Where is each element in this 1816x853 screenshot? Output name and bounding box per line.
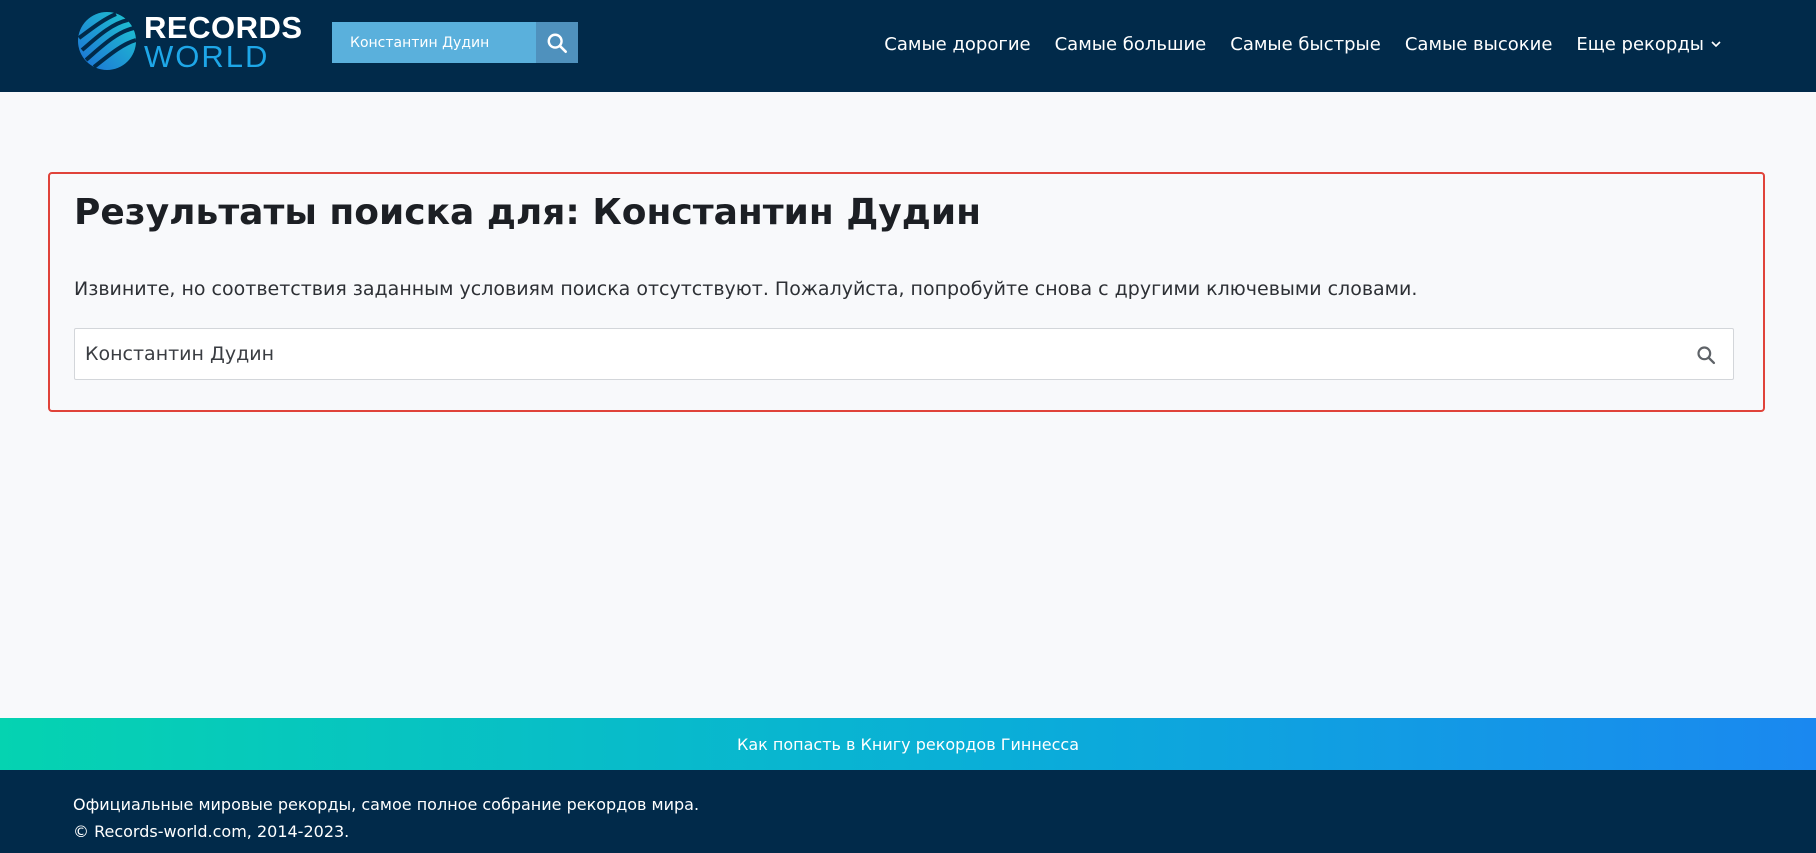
main-nav: Самые дорогие Самые большие Самые быстры… (884, 28, 1722, 60)
logo-text-world: WORLD (144, 39, 270, 74)
promo-banner: Как попасть в Книгу рекордов Гиннесса (0, 718, 1816, 770)
header-search-button[interactable] (536, 22, 578, 63)
nav-item-more-records[interactable]: Еще рекорды (1576, 34, 1722, 55)
guinness-link[interactable]: Как попасть в Книгу рекордов Гиннесса (737, 735, 1079, 754)
site-logo[interactable]: RECORDS WORLD (76, 10, 306, 72)
chevron-down-icon (1711, 41, 1721, 48)
search-submit-button[interactable] (1693, 342, 1719, 368)
search-form (74, 328, 1734, 380)
site-header: RECORDS WORLD Самые дорогие Самые больши… (0, 0, 1816, 92)
nav-item-fastest[interactable]: Самые быстрые (1230, 34, 1381, 55)
search-input[interactable] (75, 329, 1733, 379)
site-footer: Официальные мировые рекорды, самое полно… (0, 770, 1816, 853)
search-results-box: Результаты поиска для: Константин Дудин … (48, 172, 1765, 412)
footer-copyright: © Records-world.com, 2014-2023. (73, 822, 350, 841)
footer-description: Официальные мировые рекорды, самое полно… (73, 795, 700, 814)
globe-logo-icon (77, 12, 137, 70)
nav-item-tallest[interactable]: Самые высокие (1405, 34, 1553, 55)
no-results-message: Извините, но соответствия заданным услов… (74, 278, 1418, 300)
search-icon (1697, 346, 1716, 365)
search-icon (547, 33, 567, 53)
nav-item-most-expensive[interactable]: Самые дорогие (884, 34, 1030, 55)
nav-item-biggest[interactable]: Самые большие (1055, 34, 1207, 55)
page-title: Результаты поиска для: Константин Дудин (74, 192, 981, 233)
